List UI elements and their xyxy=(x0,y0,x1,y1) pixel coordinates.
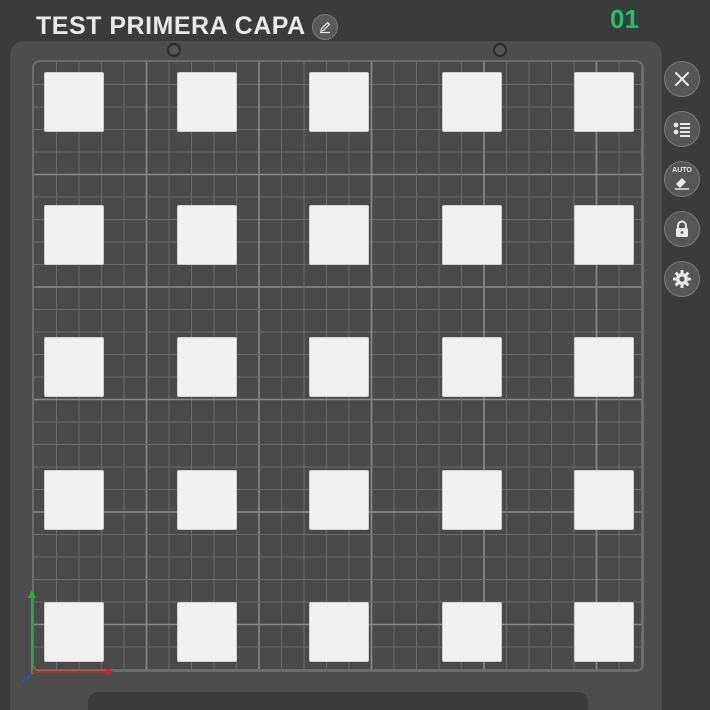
plate-object[interactable] xyxy=(44,469,104,530)
list-icon xyxy=(673,122,690,137)
plate-object[interactable] xyxy=(441,204,502,265)
plate-object[interactable] xyxy=(309,469,369,530)
plate-object[interactable] xyxy=(574,204,634,265)
plate-object[interactable] xyxy=(574,469,634,530)
plate-object[interactable] xyxy=(176,469,237,530)
plate-title: TEST PRIMERA CAPA xyxy=(36,12,338,41)
z-axis-line xyxy=(21,673,33,683)
plate-object[interactable] xyxy=(44,337,104,397)
close-icon xyxy=(675,72,689,86)
pencil-icon xyxy=(319,21,330,33)
auto-orient-button[interactable]: AUTO xyxy=(664,161,700,197)
arrange-button[interactable] xyxy=(664,111,700,147)
edit-name-button[interactable] xyxy=(311,13,338,40)
plate-object[interactable] xyxy=(574,72,634,132)
lock-button[interactable] xyxy=(664,211,700,247)
plate-bottom-notch xyxy=(88,692,588,710)
plate-name: TEST PRIMERA CAPA xyxy=(36,12,306,40)
build-plate[interactable] xyxy=(32,60,644,672)
plate-object[interactable] xyxy=(441,602,502,662)
auto-label: AUTO xyxy=(672,167,692,174)
settings-button[interactable] xyxy=(664,261,700,297)
plate-object[interactable] xyxy=(44,204,104,265)
plate-object[interactable] xyxy=(176,72,237,132)
x-axis-arrow xyxy=(106,668,114,676)
plate-object[interactable] xyxy=(309,204,369,265)
plate-number: 01 xyxy=(610,4,639,34)
gear-icon xyxy=(673,270,691,288)
plate-object[interactable] xyxy=(309,602,369,662)
plate-peg-left xyxy=(167,43,181,57)
plate-object[interactable] xyxy=(309,72,369,132)
plate-object[interactable] xyxy=(574,337,634,397)
plate-object[interactable] xyxy=(441,469,502,530)
side-toolbar: AUTO xyxy=(664,61,700,297)
close-button[interactable] xyxy=(664,61,700,97)
plate-object[interactable] xyxy=(176,204,237,265)
auto-orient-icon xyxy=(675,178,689,190)
axis-gizmo xyxy=(21,590,114,683)
plate-object[interactable] xyxy=(441,337,502,397)
plate-object[interactable] xyxy=(176,337,237,397)
plate-peg-right xyxy=(493,43,507,57)
plate-object[interactable] xyxy=(176,602,237,662)
lock-icon xyxy=(676,220,688,237)
y-axis-arrow xyxy=(28,590,36,598)
plate-object[interactable] xyxy=(44,72,104,132)
plate-object[interactable] xyxy=(309,337,369,397)
plate-object[interactable] xyxy=(574,602,634,662)
plate-object[interactable] xyxy=(441,72,502,132)
